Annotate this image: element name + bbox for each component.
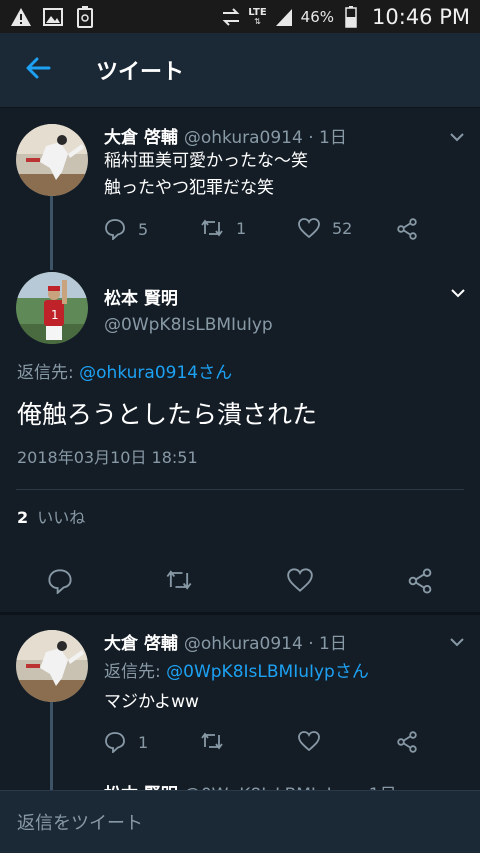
battery-icon bbox=[340, 5, 362, 28]
share-button[interactable] bbox=[407, 568, 433, 594]
reply-icon bbox=[104, 218, 126, 240]
reply-to-user-link[interactable]: @ohkura0914さん bbox=[79, 363, 232, 383]
retweet-button[interactable] bbox=[165, 568, 193, 592]
likes-summary[interactable]: 2 いいね bbox=[17, 504, 85, 531]
heart-icon bbox=[298, 218, 320, 238]
status-bar: LTE ⇅ 46% 10:46 PM bbox=[0, 0, 480, 33]
chevron-down-icon[interactable] bbox=[446, 281, 470, 305]
divider bbox=[0, 612, 480, 615]
tweet-handle: @ohkura0914 · 1日 bbox=[183, 634, 347, 654]
share-button[interactable] bbox=[396, 731, 418, 753]
reply-to: 返信先: @0WpK8IsLBMIuIypさん bbox=[104, 659, 369, 686]
retweet-button[interactable]: 1 bbox=[200, 218, 246, 238]
retweet-icon bbox=[165, 568, 193, 592]
tweet-author[interactable]: 大倉 啓輔 @ohkura0914 · 1日 bbox=[104, 123, 347, 148]
reply-button[interactable]: 5 bbox=[104, 218, 148, 240]
reply-to-user-link[interactable]: @0WpK8IsLBMIuIypさん bbox=[166, 662, 369, 682]
app-header: ツイート bbox=[0, 33, 480, 108]
data-transfer-icon bbox=[220, 6, 242, 28]
share-icon bbox=[396, 731, 418, 753]
arrow-left-icon bbox=[25, 57, 51, 83]
heart-icon bbox=[287, 568, 313, 592]
tweet-handle: @ohkura0914 · 1日 bbox=[183, 128, 347, 148]
reply-button[interactable] bbox=[47, 568, 73, 594]
svg-text:1: 1 bbox=[51, 308, 59, 322]
chevron-down-icon[interactable] bbox=[445, 125, 469, 149]
tweet-timestamp: 2018年03月10日 18:51 bbox=[17, 448, 198, 467]
share-icon bbox=[407, 568, 433, 594]
tweet-text: マジかよww bbox=[104, 692, 199, 712]
reply-input[interactable]: 返信をツイート bbox=[17, 809, 143, 835]
like-button[interactable]: 52 bbox=[298, 218, 352, 238]
avatar[interactable] bbox=[16, 630, 88, 702]
tweet-author[interactable]: 大倉 啓輔 @ohkura0914 · 1日 bbox=[104, 629, 347, 654]
tweet-text: 稲村亜美可愛かったな〜笑 触ったやつ犯罪だな笑 bbox=[104, 148, 308, 202]
network-type: LTE ⇅ bbox=[248, 6, 267, 26]
retweet-count: 1 bbox=[236, 218, 247, 238]
chevron-down-icon[interactable] bbox=[445, 630, 469, 654]
warning-icon bbox=[10, 6, 32, 28]
likes-label: いいね bbox=[37, 508, 86, 527]
reply-bar: 返信をツイート bbox=[0, 790, 480, 853]
back-button[interactable] bbox=[18, 50, 58, 90]
retweet-icon bbox=[200, 218, 224, 238]
reply-count: 1 bbox=[138, 732, 149, 752]
clock: 10:46 PM bbox=[372, 4, 470, 29]
reply-button[interactable]: 1 bbox=[104, 731, 148, 753]
share-button[interactable] bbox=[396, 218, 418, 240]
reply-to-label: 返信先: bbox=[104, 662, 167, 682]
signal-icon bbox=[273, 6, 295, 28]
page-title: ツイート bbox=[96, 60, 185, 85]
tweet-handle[interactable]: @0WpK8IsLBMIuIyp bbox=[104, 312, 273, 339]
image-icon bbox=[42, 6, 64, 28]
avatar[interactable] bbox=[16, 124, 88, 196]
avatar[interactable]: 1 bbox=[16, 272, 88, 344]
reply-icon bbox=[47, 568, 73, 594]
heart-icon bbox=[298, 731, 320, 751]
recycle-icon bbox=[74, 5, 96, 28]
share-icon bbox=[396, 218, 418, 240]
likes-count: 2 bbox=[17, 508, 29, 527]
retweet-icon bbox=[200, 731, 224, 751]
reply-to: 返信先: @ohkura0914さん bbox=[17, 360, 232, 387]
retweet-button[interactable] bbox=[200, 731, 224, 751]
reply-count: 5 bbox=[138, 219, 149, 239]
reply-to-label: 返信先: bbox=[17, 363, 80, 383]
like-count: 52 bbox=[332, 218, 353, 238]
like-button[interactable] bbox=[287, 568, 313, 592]
tweet-main-text: 俺触ろうとしたら潰された bbox=[17, 400, 318, 429]
reply-icon bbox=[104, 731, 126, 753]
tweet-text-line: 稲村亜美可愛かったな〜笑 bbox=[104, 151, 308, 171]
thread-line bbox=[50, 196, 53, 270]
tweet-text-line: 触ったやつ犯罪だな笑 bbox=[104, 178, 274, 198]
tweet-author[interactable]: 松本 賢明 bbox=[104, 284, 178, 309]
like-button[interactable] bbox=[298, 731, 320, 751]
divider bbox=[16, 489, 464, 490]
thread-line bbox=[50, 702, 53, 790]
battery-percent: 46% bbox=[300, 7, 335, 26]
